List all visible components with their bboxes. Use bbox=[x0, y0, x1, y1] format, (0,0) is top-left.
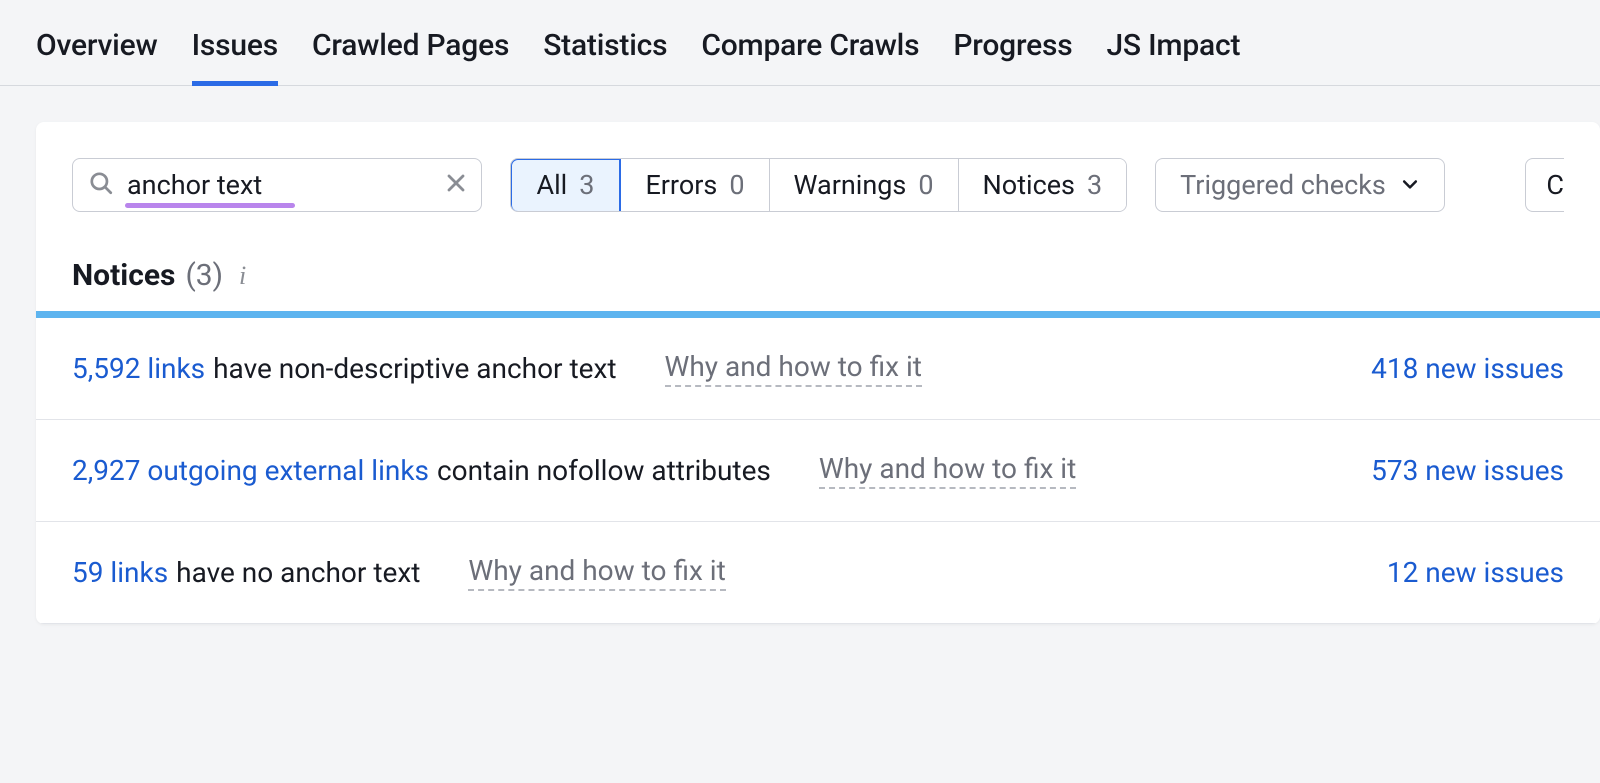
chevron-down-icon bbox=[1400, 169, 1420, 201]
search-highlight bbox=[125, 203, 295, 208]
filter-errors-count: 0 bbox=[729, 169, 744, 201]
info-icon[interactable]: i bbox=[239, 261, 246, 291]
filter-warnings-count: 0 bbox=[918, 169, 933, 201]
top-tabs: Overview Issues Crawled Pages Statistics… bbox=[0, 0, 1600, 86]
filter-all[interactable]: All 3 bbox=[510, 158, 621, 212]
filter-notices-count: 3 bbox=[1087, 169, 1102, 201]
filter-errors[interactable]: Errors 0 bbox=[621, 159, 769, 211]
filter-errors-label: Errors bbox=[645, 169, 717, 201]
tab-crawled-pages[interactable]: Crawled Pages bbox=[312, 20, 509, 85]
new-issues-link[interactable]: 12 new issues bbox=[1387, 556, 1564, 589]
tab-statistics[interactable]: Statistics bbox=[543, 20, 667, 85]
issue-link[interactable]: 59 links bbox=[72, 556, 168, 589]
tab-compare-crawls[interactable]: Compare Crawls bbox=[701, 20, 919, 85]
issue-link[interactable]: 2,927 outgoing external links bbox=[72, 454, 429, 487]
fix-link[interactable]: Why and how to fix it bbox=[819, 452, 1076, 489]
tab-js-impact[interactable]: JS Impact bbox=[1106, 20, 1240, 85]
truncated-button-label: C bbox=[1546, 169, 1564, 201]
tab-progress[interactable]: Progress bbox=[953, 20, 1072, 85]
notices-divider bbox=[36, 311, 1600, 318]
new-issues-link[interactable]: 573 new issues bbox=[1371, 454, 1564, 487]
issue-link[interactable]: 5,592 links bbox=[72, 352, 205, 385]
search-wrapper bbox=[72, 158, 482, 212]
issue-main: 5,592 links have non-descriptive anchor … bbox=[72, 352, 617, 385]
filter-warnings-label: Warnings bbox=[794, 169, 907, 201]
tab-overview[interactable]: Overview bbox=[36, 20, 158, 85]
controls-row: All 3 Errors 0 Warnings 0 Notices 3 Trig… bbox=[36, 122, 1600, 236]
triggered-checks-dropdown[interactable]: Triggered checks bbox=[1155, 158, 1445, 212]
filter-notices-label: Notices bbox=[983, 169, 1075, 201]
fix-link[interactable]: Why and how to fix it bbox=[665, 350, 922, 387]
section-title: Notices bbox=[72, 258, 175, 293]
issue-row: 59 links have no anchor text Why and how… bbox=[36, 522, 1600, 624]
issue-main: 2,927 outgoing external links contain no… bbox=[72, 454, 771, 487]
issues-panel: All 3 Errors 0 Warnings 0 Notices 3 Trig… bbox=[36, 122, 1600, 624]
issue-description: have no anchor text bbox=[176, 556, 420, 589]
filter-all-label: All bbox=[537, 169, 568, 201]
section-count: (3) bbox=[185, 258, 223, 293]
filter-warnings[interactable]: Warnings 0 bbox=[770, 159, 959, 211]
search-icon bbox=[88, 170, 114, 200]
fix-link[interactable]: Why and how to fix it bbox=[468, 554, 725, 591]
issue-row: 5,592 links have non-descriptive anchor … bbox=[36, 318, 1600, 420]
issue-description: contain nofollow attributes bbox=[437, 454, 771, 487]
tab-issues[interactable]: Issues bbox=[192, 20, 278, 85]
truncated-button[interactable]: C bbox=[1525, 158, 1564, 212]
filter-all-count: 3 bbox=[579, 169, 594, 201]
issue-description: have non-descriptive anchor text bbox=[213, 352, 616, 385]
dropdown-label: Triggered checks bbox=[1180, 169, 1386, 201]
filter-group: All 3 Errors 0 Warnings 0 Notices 3 bbox=[510, 158, 1127, 212]
filter-notices[interactable]: Notices 3 bbox=[959, 159, 1127, 211]
issue-row: 2,927 outgoing external links contain no… bbox=[36, 420, 1600, 522]
section-heading: Notices (3) i bbox=[36, 236, 1600, 311]
new-issues-link[interactable]: 418 new issues bbox=[1371, 352, 1564, 385]
clear-icon[interactable] bbox=[444, 171, 468, 199]
issue-main: 59 links have no anchor text bbox=[72, 556, 420, 589]
